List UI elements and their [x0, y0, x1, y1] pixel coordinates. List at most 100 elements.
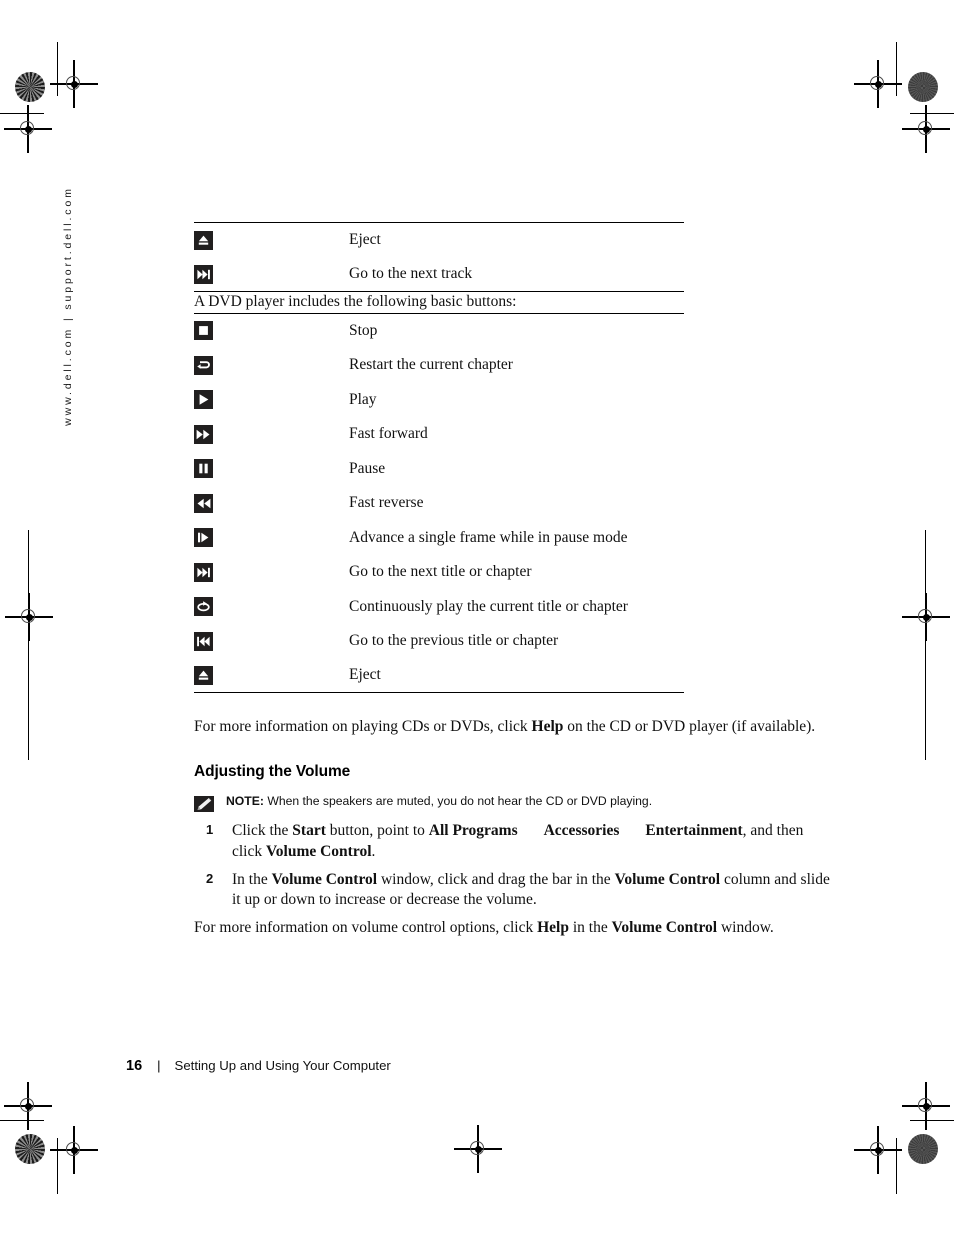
button-description-cell: Fast reverse	[349, 494, 424, 512]
footer-separator: |	[157, 1058, 161, 1073]
trim-line-top-right-horizontal	[910, 113, 954, 115]
registration-mark-bottom-center	[454, 1125, 502, 1173]
table-row: Go to the next track	[194, 257, 684, 292]
step-1-b1: Start	[292, 822, 326, 840]
manual-page: www.dell.com | support.dell.com Eject Go …	[0, 0, 954, 1235]
halftone-density-mark-top-left	[15, 72, 45, 102]
trim-line-top-left-horizontal	[0, 113, 44, 115]
registration-mark-right-middle	[902, 593, 950, 641]
note-body: When the speakers are muted, you do not …	[267, 794, 653, 809]
button-description-cell: Go to the next title or chapter	[349, 563, 532, 581]
table-row: Continuously play the current title or c…	[194, 589, 684, 624]
table-row: Advance a single frame while in pause mo…	[194, 520, 684, 555]
step-2-number: 2	[206, 870, 214, 886]
registration-mark-left-middle	[5, 593, 53, 641]
step-2-t2: window, click and drag the bar in the	[377, 870, 615, 888]
trim-line-top-right-vertical	[896, 42, 898, 96]
dvd-player-button-table: Stop Restart the current chapter Play Fast …	[194, 313, 684, 694]
registration-mark-left-lower	[4, 1082, 52, 1130]
table-row: Stop	[194, 313, 684, 348]
note-label: NOTE:	[226, 794, 264, 809]
table-row: Play	[194, 382, 684, 417]
button-description-cell: Go to the previous title or chapter	[349, 632, 559, 650]
footer-chapter-title: Setting Up and Using Your Computer	[174, 1058, 391, 1073]
eject-icon	[194, 230, 213, 250]
step-1: 1 Click the Start button, point to All Pr…	[194, 821, 834, 862]
dvd-intro-paragraph: A DVD player includes the following basi…	[194, 293, 517, 310]
button-description-cell: Eject	[349, 666, 381, 684]
trim-line-bottom-right-vertical	[896, 1138, 898, 1194]
trim-line-right-middle	[925, 530, 927, 760]
halftone-density-mark-top-right	[908, 72, 938, 102]
pencil-note-icon	[194, 796, 214, 813]
registration-mark-left-upper	[4, 105, 52, 153]
step-1-t1: Click the	[232, 822, 293, 840]
more-info-text-2: on the CD or DVD player (if available).	[563, 718, 816, 736]
closing-t2: in the	[568, 918, 612, 936]
trim-line-bottom-right-horizontal	[910, 1120, 954, 1122]
button-icon-cell	[194, 348, 349, 383]
trim-line-bottom-left-vertical	[57, 1138, 59, 1194]
registration-mark-bottom-left	[50, 1126, 98, 1174]
step-1-t2: button, point to	[325, 822, 429, 840]
play-icon	[194, 390, 213, 410]
stop-icon	[194, 321, 213, 341]
next-track-icon	[194, 264, 213, 284]
step-2-b1: Volume Control	[271, 870, 378, 888]
single-frame-advance-icon	[194, 528, 213, 548]
volume-steps-list: 1 Click the Start button, point to All Pr…	[194, 821, 834, 910]
button-icon-cell	[194, 382, 349, 417]
pause-icon	[194, 459, 213, 479]
fast-reverse-icon	[194, 493, 213, 513]
button-description-cell: Restart the current chapter	[349, 356, 513, 374]
step-1-number: 1	[206, 822, 214, 838]
button-description-cell: Stop	[349, 321, 378, 339]
button-icon-cell	[194, 589, 349, 624]
registration-mark-right-lower	[902, 1082, 950, 1130]
table-row: Restart the current chapter	[194, 348, 684, 383]
button-description-cell: Pause	[349, 459, 386, 477]
step-1-b4: Entertainment	[645, 822, 743, 840]
trim-line-top-left-vertical	[57, 42, 59, 96]
table-row: Go to the previous title or chapter	[194, 624, 684, 659]
side-url-text: www.dell.com | support.dell.com	[62, 186, 74, 426]
step-1-t6: .	[371, 842, 376, 860]
button-description-cell: Go to the next track	[349, 265, 473, 282]
more-info-text-1: For more information on playing CDs or D…	[194, 718, 532, 736]
more-info-paragraph: For more information on playing CDs or D…	[194, 717, 834, 738]
help-bold-1: Help	[531, 718, 564, 736]
button-icon-cell	[194, 417, 349, 452]
halftone-density-mark-bottom-right	[908, 1134, 938, 1164]
button-icon-cell	[194, 555, 349, 590]
repeat-icon	[194, 597, 213, 617]
step-1-b2: All Programs	[428, 822, 518, 840]
table-row: Eject	[194, 222, 684, 258]
step-2-t1: In the	[232, 870, 272, 888]
closing-b1: Help	[537, 918, 569, 936]
table-row: Eject	[194, 658, 684, 693]
restart-chapter-icon	[194, 355, 213, 375]
closing-t1: For more information on volume control o…	[194, 918, 538, 936]
footer-page-number: 16	[126, 1058, 143, 1074]
step-2-b2: Volume Control	[614, 870, 721, 888]
button-icon-cell	[194, 257, 349, 292]
page-content: Eject Go to the next track A DVD player i…	[194, 222, 834, 939]
button-icon-cell	[194, 223, 349, 258]
note-text: NOTE: When the speakers are muted, you d…	[226, 794, 652, 810]
cd-player-button-table: Eject Go to the next track	[194, 222, 684, 292]
table-row: Fast forward	[194, 417, 684, 452]
button-icon-cell	[194, 313, 349, 348]
button-description-cell: Eject	[349, 231, 381, 248]
closing-b2: Volume Control	[611, 918, 718, 936]
trim-line-bottom-left-horizontal	[0, 1120, 44, 1122]
step-1-b5: Volume Control	[266, 842, 372, 860]
table-row: Pause	[194, 451, 684, 486]
page-footer: 16 | Setting Up and Using Your Computer	[126, 1058, 391, 1074]
button-icon-cell	[194, 624, 349, 659]
section-heading-adjusting-volume: Adjusting the Volume	[194, 763, 351, 781]
button-description-cell: Play	[349, 390, 377, 408]
step-1-b3: Accessories	[543, 822, 620, 840]
button-description-cell: Continuously play the current title or c…	[349, 597, 628, 615]
table-row: Go to the next title or chapter	[194, 555, 684, 590]
registration-mark-bottom-right	[854, 1126, 902, 1174]
